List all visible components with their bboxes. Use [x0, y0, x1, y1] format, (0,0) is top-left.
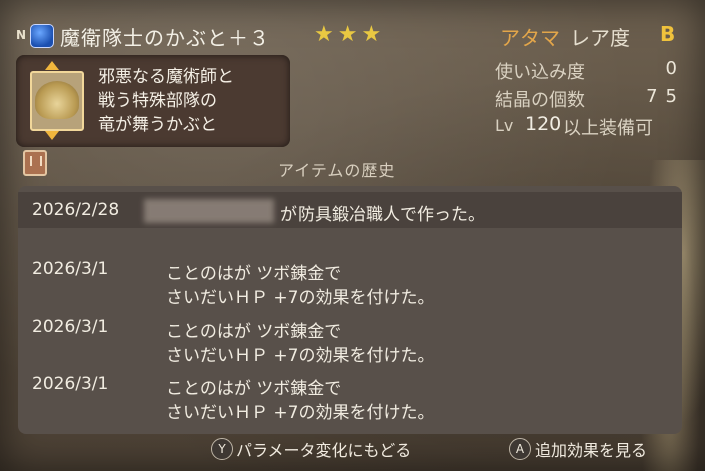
entry-date: 2026/2/28 — [32, 200, 120, 220]
item-name: 魔衛隊士のかぶと＋３ — [60, 26, 270, 50]
rarity-label: レア度 — [570, 26, 630, 50]
entry-text-line2: さいだいＨＰ +7の効果を付けた。 — [166, 403, 435, 423]
a-button-icon[interactable]: A — [509, 438, 531, 460]
history-entry: 2026/3/1 ことのはが ツボ錬金で さいだいＨＰ +7の効果を付けた。 — [18, 259, 682, 309]
entry-date: 2026/3/1 — [32, 374, 109, 394]
entry-text-line2: さいだいＨＰ +7の効果を付けた。 — [166, 288, 435, 308]
quality-stars: ★★★ — [314, 22, 386, 47]
entry-text-line1: ことのはが ツボ錬金で — [166, 379, 342, 399]
description-line: 竜が舞うかぶと — [98, 115, 217, 135]
helmet-icon — [35, 81, 79, 119]
y-button-icon[interactable]: Y — [211, 438, 233, 460]
history-entry: 2026/2/28 が 防具鍛冶職人で作った。 — [18, 199, 682, 250]
level-requirement-row: Lv 120 以上装備可 — [495, 113, 685, 142]
rarity-badge: N — [16, 28, 27, 42]
usage-row: 使い込み度 0 — [495, 58, 685, 86]
entry-text: 防具鍛冶職人で作った。 — [298, 205, 485, 225]
a-button-action[interactable]: 追加効果を見る — [535, 437, 647, 461]
usage-value: 0 — [665, 58, 685, 79]
item-description: 邪悪なる魔術師と 戦う特殊部隊の 竜が舞うかぶと — [98, 65, 234, 137]
history-title: アイテムの歴史 — [278, 161, 396, 180]
crystal-label: 結晶の個数 — [495, 90, 585, 111]
arrow-up-icon[interactable] — [45, 61, 59, 70]
item-type-icon — [30, 24, 54, 48]
entry-date: 2026/3/1 — [32, 259, 109, 279]
arrow-down-icon[interactable] — [45, 131, 59, 140]
item-header: N 魔衛隊士のかぶと＋３ ★★★ アタマ レア度 B — [14, 22, 694, 52]
entry-date: 2026/3/1 — [32, 317, 109, 337]
rarity-grade: B — [660, 22, 676, 46]
description-line: 邪悪なる魔術師と — [98, 67, 234, 87]
entry-text-line1: ことのはが ツボ錬金で — [166, 322, 342, 342]
description-line: 戦う特殊部隊の — [98, 91, 217, 111]
equip-slot: アタマ — [500, 26, 560, 50]
entry-text-line2: さいだいＨＰ +7の効果を付けた。 — [166, 346, 435, 366]
entry-by: が — [280, 205, 297, 225]
level-label: Lv — [495, 116, 514, 135]
history-entry: 2026/3/1 ことのはが ツボ錬金で さいだいＨＰ +7の効果を付けた。 — [18, 374, 682, 424]
usage-label: 使い込み度 — [495, 62, 585, 83]
redacted-name — [144, 199, 274, 223]
crystal-value: 75 — [646, 86, 685, 107]
history-panel: 2026/2/28 が 防具鍛冶職人で作った。 2026/3/1 ことのはが ツ… — [18, 186, 682, 434]
description-panel: 邪悪なる魔術師と 戦う特殊部隊の 竜が舞うかぶと — [16, 55, 290, 147]
book-icon — [23, 150, 47, 176]
button-guide: Y パラメータ変化にもどる A 追加効果を見る — [0, 436, 705, 466]
item-stats: 使い込み度 0 結晶の個数 75 Lv 120 以上装備可 — [495, 58, 685, 142]
y-button-action[interactable]: パラメータ変化にもどる — [236, 437, 411, 461]
level-suffix: 以上装備可 — [563, 118, 653, 139]
history-entry: 2026/3/1 ことのはが ツボ錬金で さいだいＨＰ +7の効果を付けた。 — [18, 317, 682, 367]
entry-text-line1: ことのはが ツボ錬金で — [166, 264, 342, 284]
level-value: 120 — [525, 113, 562, 135]
item-icon-frame — [30, 71, 84, 131]
crystal-row: 結晶の個数 75 — [495, 86, 685, 114]
